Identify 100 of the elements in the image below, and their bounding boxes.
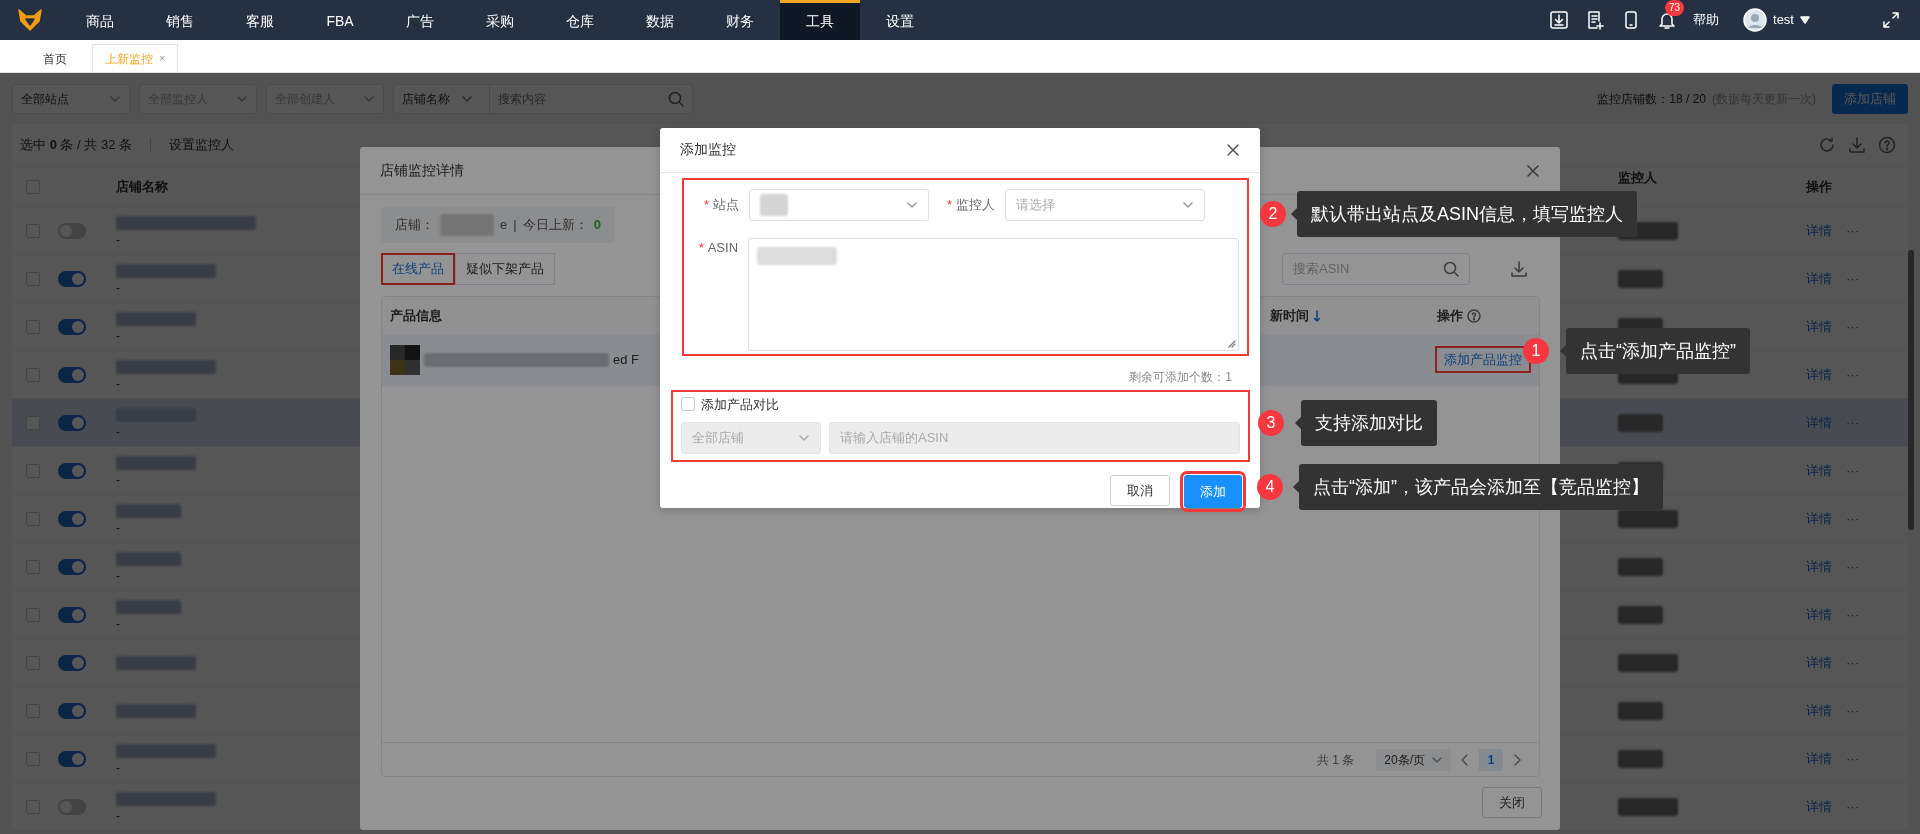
resize-handle-icon[interactable] (1228, 339, 1236, 348)
search-icon[interactable] (1443, 261, 1459, 277)
fox-logo-icon[interactable] (17, 9, 43, 31)
callout-text: 点击“添加产品监控” (1566, 328, 1750, 374)
page-tab[interactable]: 上新监控 × (92, 44, 179, 72)
toggle-switch[interactable] (58, 558, 86, 575)
store-subtitle: - (116, 281, 120, 294)
cancel-button[interactable]: 取消 (1110, 475, 1170, 506)
nav-menu-item[interactable]: 销售 (140, 0, 220, 40)
toggle-switch[interactable] (58, 702, 86, 719)
nav-menu-item[interactable]: 仓库 (540, 0, 620, 40)
nav-menu-item[interactable]: 客服 (220, 0, 300, 40)
redacted-block (440, 214, 494, 236)
product-tab[interactable]: 在线产品 (381, 253, 455, 285)
more-actions-button[interactable]: ··· (1846, 508, 1859, 529)
more-actions-button[interactable]: ··· (1846, 412, 1859, 433)
more-actions-button[interactable]: ··· (1846, 364, 1859, 385)
document-add-icon[interactable] (1585, 10, 1606, 30)
details-link[interactable]: 详情 (1806, 556, 1832, 577)
toggle-switch[interactable] (58, 462, 86, 479)
toggle-switch[interactable] (58, 270, 86, 287)
close-button[interactable]: 关闭 (1482, 787, 1542, 818)
toggle-switch[interactable] (58, 654, 86, 671)
remaining-count: 剩余可添加个数：1 (1128, 368, 1233, 386)
previous-page-icon[interactable] (1461, 753, 1469, 766)
callout-text: 支持添加对比 (1301, 400, 1437, 446)
toggle-switch[interactable] (58, 510, 86, 527)
select-field[interactable]: 请选择 (1005, 188, 1205, 221)
nav-menu-item[interactable]: 工具 (780, 0, 860, 40)
expand-icon[interactable] (1882, 11, 1900, 29)
toggle-switch[interactable] (58, 366, 86, 383)
more-actions-button[interactable]: ··· (1846, 604, 1859, 625)
chevron-down-icon (236, 93, 248, 105)
nav-menu-item[interactable]: 数据 (620, 0, 700, 40)
toggle-switch[interactable] (58, 750, 86, 767)
chevron-down-icon (798, 432, 810, 444)
caret-icon[interactable] (1800, 16, 1810, 24)
nav-menu-item[interactable]: 广告 (380, 0, 460, 40)
nav-menu-item[interactable]: 商品 (60, 0, 140, 40)
download-icon[interactable] (1549, 10, 1570, 30)
details-link[interactable]: 详情 (1806, 364, 1832, 385)
user-name[interactable]: test (1773, 10, 1794, 30)
close-icon[interactable] (1526, 163, 1540, 178)
more-actions-button[interactable]: ··· (1846, 316, 1859, 337)
help-icon[interactable] (1878, 136, 1896, 154)
more-actions-button[interactable]: ··· (1846, 796, 1859, 817)
details-link[interactable]: 详情 (1806, 412, 1832, 433)
details-link[interactable]: 详情 (1806, 604, 1832, 625)
toggle-switch[interactable] (58, 318, 86, 335)
nav-menu-item[interactable]: 采购 (460, 0, 540, 40)
toggle-switch[interactable] (58, 414, 86, 431)
details-link[interactable]: 详情 (1806, 508, 1832, 529)
page-size-select[interactable]: 20条/页 (1376, 748, 1451, 771)
tab-close-button[interactable]: × (159, 50, 166, 67)
today-new-count: 0 (593, 216, 601, 235)
more-actions-button[interactable]: ··· (1846, 652, 1859, 673)
nav-menu-item[interactable]: 设置 (860, 0, 940, 40)
refresh-icon[interactable] (1818, 136, 1836, 154)
more-actions-button[interactable]: ··· (1846, 268, 1859, 289)
redacted-block (1618, 653, 1678, 672)
details-link[interactable]: 详情 (1806, 220, 1832, 241)
more-actions-button[interactable]: ··· (1846, 460, 1859, 481)
store-subtitle: - (116, 521, 120, 534)
details-link[interactable]: 详情 (1806, 748, 1832, 769)
page-tab[interactable]: 首页 (30, 44, 80, 72)
field-label: ASIN (707, 239, 739, 255)
close-icon[interactable] (1226, 142, 1240, 157)
details-link[interactable]: 详情 (1806, 796, 1832, 817)
scrollbar[interactable] (1908, 250, 1914, 530)
details-link[interactable]: 详情 (1806, 268, 1832, 289)
more-actions-button[interactable]: ··· (1846, 220, 1859, 241)
avatar-icon[interactable] (1743, 8, 1768, 32)
search-icon[interactable] (668, 91, 684, 107)
sort-arrow-icon[interactable] (1313, 309, 1321, 322)
notification-badge: 73 (1665, 0, 1685, 16)
required-mark: * (703, 196, 709, 212)
details-link[interactable]: 详情 (1806, 316, 1832, 337)
product-tab[interactable]: 疑似下架产品 (455, 253, 555, 285)
more-actions-button[interactable]: ··· (1846, 748, 1859, 769)
redacted-block (1618, 269, 1663, 288)
nav-menu-item[interactable]: FBA (300, 0, 380, 40)
chevron-down-icon (109, 93, 121, 105)
filter-select[interactable]: 全部站点 (12, 84, 130, 114)
select-field[interactable] (749, 188, 929, 221)
set-monitor-button[interactable]: 设置监控人 (169, 135, 234, 155)
details-link[interactable]: 详情 (1806, 460, 1832, 481)
toggle-switch[interactable] (58, 606, 86, 623)
nav-menu-item[interactable]: 财务 (700, 0, 780, 40)
more-actions-button[interactable]: ··· (1846, 556, 1859, 577)
today-new-label: 今日上新： (522, 216, 588, 235)
details-link[interactable]: 详情 (1806, 700, 1832, 721)
redacted-block (116, 599, 181, 614)
details-link[interactable]: 详情 (1806, 652, 1832, 673)
help-icon[interactable] (1467, 308, 1481, 323)
dialog-title: 店铺监控详情 (380, 161, 464, 180)
add-store-button[interactable]: 添加店铺 (1832, 84, 1908, 114)
more-actions-button[interactable]: ··· (1846, 700, 1859, 721)
help-link[interactable]: 帮助 (1693, 10, 1720, 30)
page-number[interactable]: 1 (1479, 748, 1503, 771)
next-page-icon[interactable] (1513, 753, 1521, 766)
